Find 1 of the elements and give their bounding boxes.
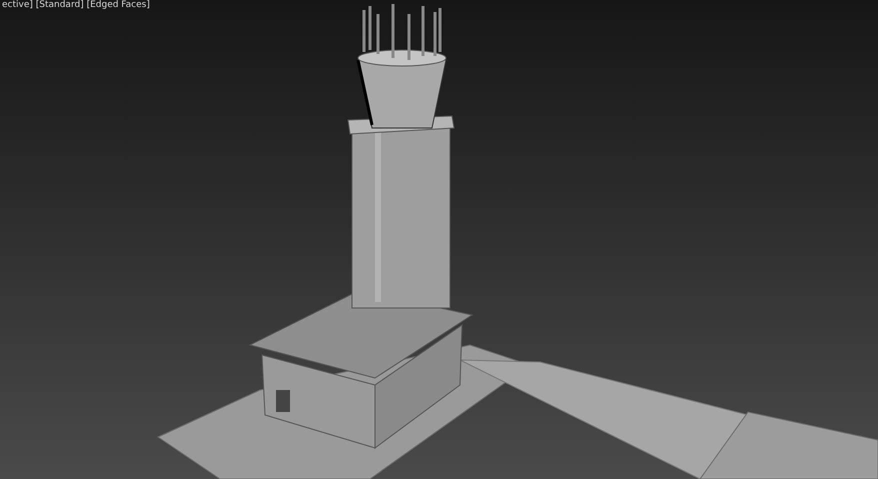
viewport-label: ective] [Standard] [Edged Faces] xyxy=(2,0,150,10)
